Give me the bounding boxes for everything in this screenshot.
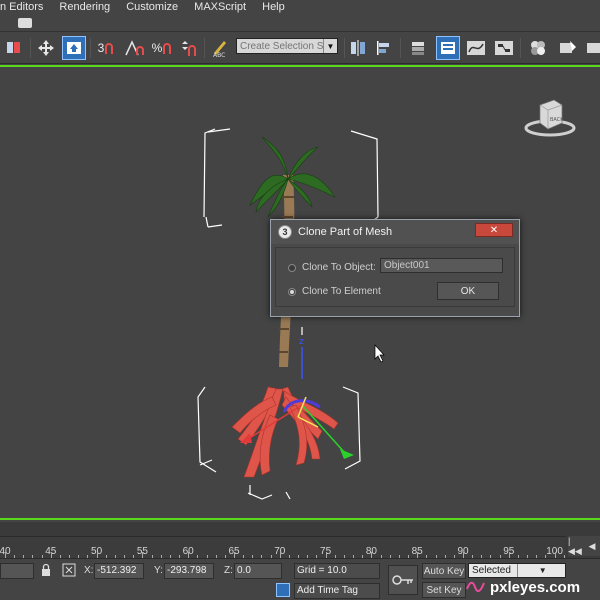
spinner-snap-icon[interactable] [176,36,200,60]
angle-snap-icon[interactable] [122,36,146,60]
menu-maxscript[interactable]: MAXScript [186,1,254,13]
snap-3d-icon[interactable]: 3 [94,36,118,60]
clone-to-object-label: Clone To Object: [302,262,376,273]
clone-to-element-label: Clone To Element [302,286,381,297]
z-coordinate-label: Z: [224,565,233,576]
watermark: pxleyes.com [466,577,600,597]
curve-editor-icon[interactable] [464,36,488,60]
palm-roots-selected [231,386,339,478]
maxscript-listener-field[interactable] [0,563,34,579]
schematic-view-icon[interactable] [492,36,516,60]
grid-size-display: Grid = 10.0 [294,563,380,579]
render-setup-icon[interactable] [556,36,580,60]
select-highlight-icon[interactable] [62,36,86,60]
viewcube[interactable]: BACK [524,97,576,137]
named-selection-set-dropdown[interactable]: ▼ [236,38,338,54]
toolbar-separator [344,38,345,58]
mouse-cursor [374,344,385,363]
clone-part-of-mesh-dialog: 3 Clone Part of Mesh ✕ Clone To Object: … [270,219,520,317]
layer-icon[interactable] [406,36,430,60]
menu-help[interactable]: Help [254,1,293,13]
y-coordinate-label: Y: [154,565,163,576]
go-to-start-icon[interactable]: |◀◀ [568,536,584,556]
chevron-down-icon[interactable]: ▼ [323,39,337,53]
toolbar-separator [30,38,31,58]
frame-ruler[interactable]: 404550556065707580859095100 [0,536,566,558]
menu-customize[interactable]: Customize [118,1,186,13]
material-editor-icon[interactable] [526,36,550,60]
clone-to-object-radio[interactable] [288,263,296,272]
select-link-icon[interactable] [2,36,26,60]
menu-graph-editors[interactable]: n Editors [0,1,51,13]
key-mode-value: Selected [472,565,511,576]
ok-button[interactable]: OK [437,282,499,300]
toolbar-separator [204,38,205,58]
lock-selection-icon[interactable] [40,563,52,577]
move-icon[interactable] [34,36,58,60]
menu-bar: n Editors Rendering Customize MAXScript … [0,0,600,14]
mirror-icon[interactable] [346,36,370,60]
dialog-titlebar[interactable]: 3 Clone Part of Mesh ✕ [271,220,519,244]
object-name-input[interactable] [381,259,502,272]
clone-to-element-radio[interactable] [288,287,296,296]
snap-3d-label: 3 [97,41,105,55]
chevron-down-icon[interactable]: ▼ [516,564,566,577]
quick-access-strip [0,14,600,32]
watermark-text: pxleyes.com [490,578,581,596]
edit-named-selection-icon[interactable]: ABC [208,36,232,60]
toolbar-separator [90,38,91,58]
watermark-logo-icon [466,581,485,593]
axis-z-label: z [299,337,304,347]
viewcube-back-label: BACK [550,117,564,123]
svg-text:ABC: ABC [213,52,225,58]
menu-rendering[interactable]: Rendering [51,1,118,13]
clone-to-object-option[interactable]: Clone To Object: [288,262,376,273]
dialog-body: Clone To Object: Clone To Element OK [275,247,515,307]
x-coordinate-label: X: [84,565,94,576]
set-key-button[interactable]: Set Key [422,582,466,598]
object-name-field[interactable] [380,258,503,273]
absolute-mode-icon[interactable] [62,563,76,577]
named-selection-set-input[interactable] [237,40,323,52]
previous-frame-icon[interactable]: ◀ [584,536,600,556]
toolbar-separator [400,38,401,58]
z-coordinate-field[interactable]: 0.0 [234,563,282,579]
percent-snap-icon[interactable]: % [150,36,174,60]
render-icon[interactable] [582,36,600,60]
app-logo-icon: 3 [278,225,292,239]
auto-key-button[interactable]: Auto Key [422,563,466,579]
scene-explorer-icon[interactable] [436,36,460,60]
window-icon[interactable] [18,18,32,28]
y-coordinate-field[interactable]: -293.798 [164,563,214,579]
x-coordinate-field[interactable]: -512.392 [94,563,144,579]
percent-snap-label: % [151,41,163,55]
time-tag-icon[interactable] [276,583,290,597]
dialog-close-button[interactable]: ✕ [475,223,513,237]
add-time-tag-button[interactable]: Add Time Tag [294,583,380,599]
close-icon: ✕ [489,224,499,236]
clone-to-element-option[interactable]: Clone To Element [288,286,381,297]
align-icon[interactable] [372,36,396,60]
set-key-icon[interactable] [388,565,418,595]
timeline[interactable]: 404550556065707580859095100 |◀◀ ◀ [0,522,600,558]
dialog-title: Clone Part of Mesh [298,226,393,238]
main-toolbar: 3 % ABC ▼ [0,33,600,64]
key-mode-dropdown[interactable]: Selected ▼ [468,563,566,578]
toolbar-separator [520,38,521,58]
